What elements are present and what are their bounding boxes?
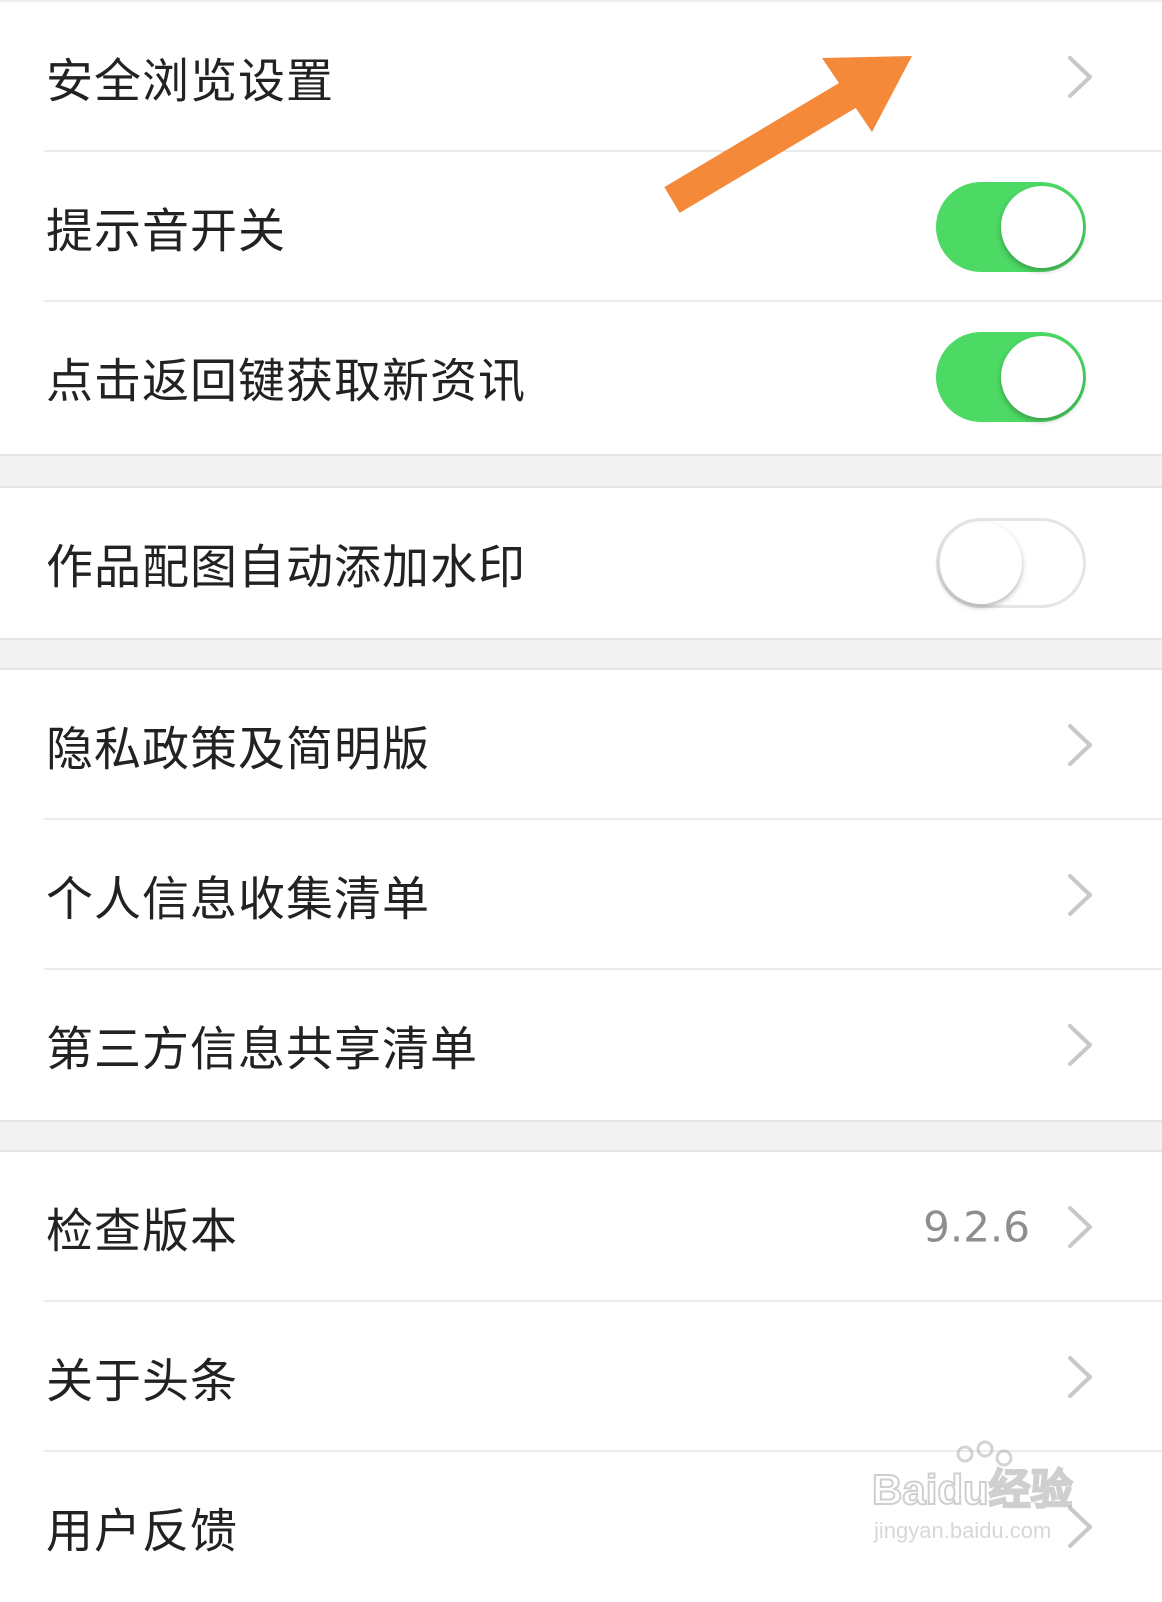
back-key-refresh-toggle[interactable] xyxy=(936,332,1086,422)
row-label: 隐私政策及简明版 xyxy=(46,722,430,778)
annotation-arrow-icon xyxy=(664,56,912,213)
chevron-right-icon xyxy=(1068,724,1092,766)
row-label: 检查版本 xyxy=(46,1204,238,1260)
row-label: 个人信息收集清单 xyxy=(46,872,430,928)
notification-sound-toggle[interactable] xyxy=(936,182,1086,272)
settings-group-general: 安全浏览设置 提示音开关 点击返回键获取新资讯 xyxy=(0,2,1162,454)
row-check-version[interactable]: 检查版本 9.2.6 xyxy=(0,1152,1162,1302)
version-number: 9.2.6 xyxy=(923,1202,1030,1252)
row-about-toutiao[interactable]: 关于头条 xyxy=(0,1302,1162,1452)
row-label: 安全浏览设置 xyxy=(46,54,334,110)
row-privacy-policy[interactable]: 隐私政策及简明版 xyxy=(0,670,1162,820)
section-gap xyxy=(0,1120,1162,1152)
row-label: 作品配图自动添加水印 xyxy=(46,540,526,596)
chevron-right-icon xyxy=(1068,874,1092,916)
toggle-knob xyxy=(1001,336,1083,418)
row-user-feedback[interactable]: 用户反馈 xyxy=(0,1452,1162,1602)
section-gap xyxy=(0,454,1162,488)
row-personal-info-list[interactable]: 个人信息收集清单 xyxy=(0,820,1162,970)
chevron-right-icon xyxy=(1068,1206,1092,1248)
settings-group-watermark: 作品配图自动添加水印 xyxy=(0,488,1162,638)
settings-group-privacy: 隐私政策及简明版 个人信息收集清单 第三方信息共享清单 xyxy=(0,670,1162,1120)
row-label: 用户反馈 xyxy=(46,1504,238,1560)
row-third-party-sharing[interactable]: 第三方信息共享清单 xyxy=(0,970,1162,1120)
toggle-knob xyxy=(940,522,1022,604)
row-notification-sound: 提示音开关 xyxy=(0,152,1162,302)
row-label: 点击返回键获取新资讯 xyxy=(46,354,526,410)
settings-screen: 安全浏览设置 提示音开关 点击返回键获取新资讯 作品配图自动添加水印 隐私政策及… xyxy=(0,0,1162,1600)
chevron-right-icon xyxy=(1068,1506,1092,1548)
chevron-right-icon xyxy=(1068,1356,1092,1398)
row-safe-browsing[interactable]: 安全浏览设置 xyxy=(0,2,1162,152)
settings-group-about: 检查版本 9.2.6 关于头条 用户反馈 xyxy=(0,1152,1162,1600)
chevron-right-icon xyxy=(1068,1024,1092,1066)
chevron-right-icon xyxy=(1068,56,1092,98)
section-gap xyxy=(0,638,1162,670)
row-label: 关于头条 xyxy=(46,1354,238,1410)
row-label: 提示音开关 xyxy=(46,204,286,260)
auto-watermark-toggle[interactable] xyxy=(936,518,1086,608)
row-label: 第三方信息共享清单 xyxy=(46,1022,478,1078)
row-back-key-refresh: 点击返回键获取新资讯 xyxy=(0,302,1162,452)
toggle-knob xyxy=(1001,186,1083,268)
row-auto-watermark: 作品配图自动添加水印 xyxy=(0,488,1162,638)
